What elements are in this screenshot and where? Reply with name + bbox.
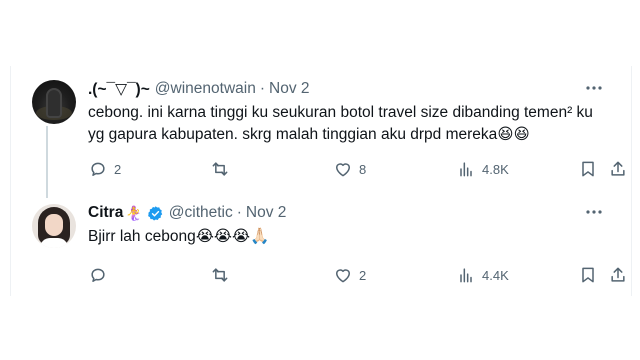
display-name[interactable]: Citra (88, 204, 123, 222)
tweet-header: .(~¯▽¯)~ @winenotwain · Nov 2 (88, 78, 604, 100)
avatar-silhouette (46, 88, 62, 118)
views-button[interactable]: 4.8K (456, 158, 509, 180)
avatar[interactable] (32, 204, 76, 248)
bookmark-icon (582, 267, 594, 283)
reply-icon (91, 268, 105, 282)
reply-button[interactable]: 2 (88, 158, 121, 180)
like-button[interactable]: 2 (333, 264, 366, 286)
more-icon[interactable] (584, 80, 604, 96)
tweet-text: cebong. ini karna tinggi ku seukuran bot… (88, 104, 593, 143)
share-button[interactable] (608, 158, 628, 180)
separator-dot: · (259, 80, 265, 97)
share-icon (611, 161, 625, 176)
share-button[interactable] (608, 264, 628, 286)
like-icon (336, 163, 350, 177)
bookmark-button[interactable] (578, 264, 598, 286)
user-handle[interactable]: @winenotwain (155, 80, 256, 98)
like-count: 8 (359, 161, 367, 177)
tweet[interactable]: .(~¯▽¯)~ @winenotwain · Nov 2 cebong. in… (10, 72, 630, 190)
tweet-actions: 2 4.4K (88, 264, 625, 286)
like-button[interactable]: 8 (333, 158, 366, 180)
tweet-content: Citra 🧜‍♀️ @cithetic · Nov 2 Bjirr lah c… (88, 202, 604, 248)
user-handle[interactable]: @cithetic (169, 204, 233, 222)
tweet-date[interactable]: Nov 2 (269, 80, 310, 98)
separator-dot: · (236, 204, 242, 221)
like-icon (336, 269, 350, 283)
display-name[interactable]: .(~¯▽¯)~ (88, 80, 150, 99)
views-button[interactable]: 4.4K (456, 264, 509, 286)
reply-icon (91, 162, 105, 176)
retweet-button[interactable] (210, 158, 236, 180)
tweet-content: .(~¯▽¯)~ @winenotwain · Nov 2 cebong. in… (88, 78, 604, 146)
verified-icon[interactable] (147, 205, 164, 222)
tweet-actions: 2 8 4.8K (88, 158, 625, 180)
bookmark-icon (582, 161, 594, 177)
retweet-button[interactable] (210, 264, 236, 286)
tweet-text: Bjirr lah cebong😭😭😭🙏🏻 (88, 228, 270, 245)
tweet-header: Citra 🧜‍♀️ @cithetic · Nov 2 (88, 202, 604, 224)
avatar[interactable] (32, 80, 76, 124)
avatar-shirt (40, 238, 68, 248)
avatar-face (45, 214, 63, 236)
bookmark-button[interactable] (578, 158, 598, 180)
views-icon (460, 268, 472, 283)
like-count: 2 (359, 267, 367, 283)
tweet-date[interactable]: Nov 2 (246, 204, 287, 222)
retweet-icon (212, 268, 228, 282)
views-icon (460, 162, 472, 177)
more-icon[interactable] (584, 204, 604, 220)
retweet-icon (212, 162, 228, 176)
reply-button[interactable] (88, 264, 114, 286)
share-icon (611, 267, 625, 282)
views-count: 4.4K (482, 267, 509, 283)
tweet[interactable]: Citra 🧜‍♀️ @cithetic · Nov 2 Bjirr lah c… (10, 196, 630, 296)
name-emoji: 🧜‍♀️ (125, 204, 143, 221)
views-count: 4.8K (482, 161, 509, 177)
reply-count: 2 (114, 161, 122, 177)
